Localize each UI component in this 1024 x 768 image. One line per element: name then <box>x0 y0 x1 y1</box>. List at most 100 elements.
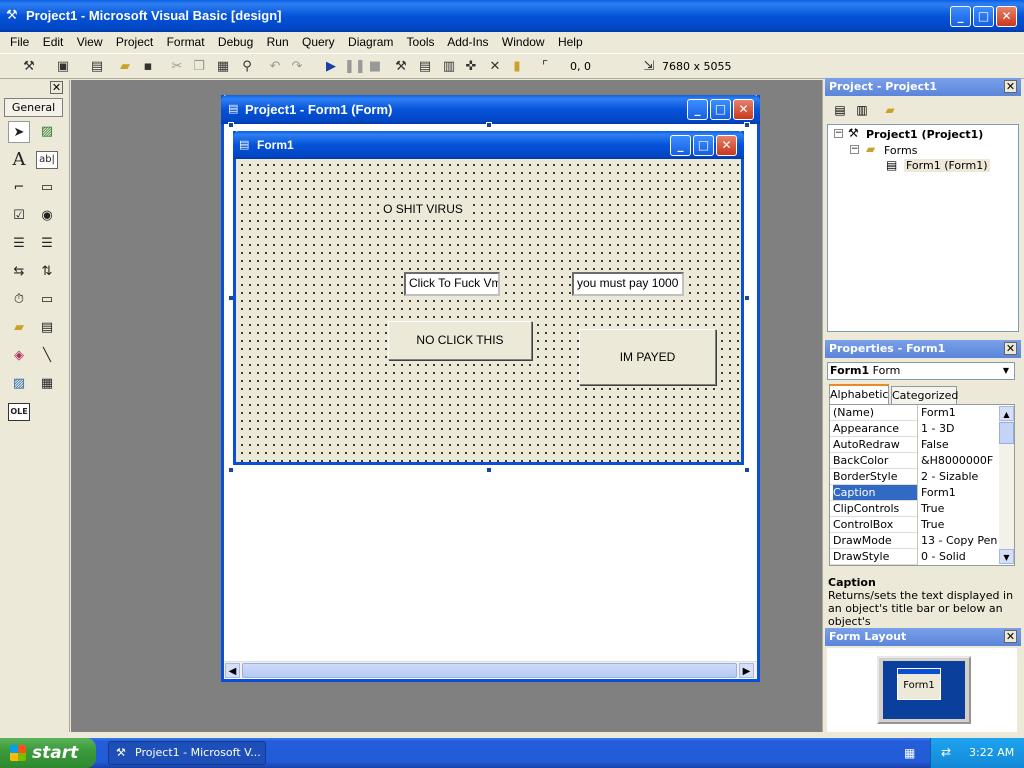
label-icon[interactable]: A <box>8 149 30 171</box>
menu-edit[interactable]: Edit <box>43 35 64 49</box>
menu-view[interactable]: View <box>77 35 103 49</box>
expander-icon[interactable]: − <box>850 145 859 154</box>
designer-hscrollbar[interactable]: ◀ ▶ <box>224 661 757 678</box>
combobox-icon[interactable]: ☰ <box>8 233 30 255</box>
add-form-icon[interactable]: ▣ <box>54 58 72 76</box>
start-icon[interactable]: ▶ <box>322 58 340 76</box>
form-preview[interactable]: Form1 <box>897 668 941 700</box>
menu-editor-icon[interactable]: ▤ <box>88 58 106 76</box>
find-icon[interactable]: ⚲ <box>238 58 256 76</box>
resize-handle[interactable] <box>228 467 234 473</box>
image-icon[interactable]: ▨ <box>8 373 30 395</box>
menu-file[interactable]: File <box>10 35 29 49</box>
hscrollbar-icon[interactable]: ⇆ <box>8 261 30 283</box>
save-project-icon[interactable]: ▪ <box>139 58 157 76</box>
expander-icon[interactable]: − <box>834 129 843 138</box>
resize-handle[interactable] <box>744 295 750 301</box>
resize-handle[interactable] <box>486 122 492 128</box>
taskbar-task-vb[interactable]: ⚒ Project1 - Microsoft V... <box>108 741 266 765</box>
optionbutton-icon[interactable]: ◉ <box>36 205 58 227</box>
property-scrollbar[interactable]: ▲ ▼ <box>999 406 1014 564</box>
frame-icon[interactable]: ⌐ <box>8 177 30 199</box>
listbox-icon[interactable]: ☰ <box>36 233 58 255</box>
resize-handle[interactable] <box>486 467 492 473</box>
scroll-up-icon[interactable]: ▲ <box>999 406 1014 421</box>
resize-handle[interactable] <box>744 467 750 473</box>
designer-minimize-button[interactable]: _ <box>687 99 708 120</box>
textbox-2[interactable]: you must pay 1000 pln <box>572 272 684 296</box>
menu-run[interactable]: Run <box>267 35 289 49</box>
maximize-button[interactable]: □ <box>973 6 994 27</box>
property-value[interactable]: 0 - Solid <box>917 549 999 565</box>
properties-close-icon[interactable]: ✕ <box>1004 342 1017 355</box>
scroll-right-icon[interactable]: ▶ <box>739 663 754 678</box>
menu-add-ins[interactable]: Add-Ins <box>447 35 488 49</box>
property-value[interactable]: Form1 <box>917 405 999 421</box>
end-icon[interactable]: ■ <box>366 58 384 76</box>
paste-icon[interactable]: ▦ <box>214 58 232 76</box>
shape-icon[interactable]: ◈ <box>8 345 30 367</box>
toolbox-tab-general[interactable]: General <box>4 98 63 117</box>
copy-icon[interactable]: ❐ <box>190 58 208 76</box>
clock[interactable]: 3:22 AM <box>969 746 1014 759</box>
checkbox-icon[interactable]: ☑ <box>8 205 30 227</box>
close-button[interactable]: ✕ <box>996 6 1017 27</box>
chevron-down-icon[interactable]: ▼ <box>999 364 1013 378</box>
property-value[interactable]: True <box>917 517 999 533</box>
no-click-this-button[interactable]: NO CLICK THIS <box>388 321 532 360</box>
data-view-icon[interactable]: ▮ <box>508 58 526 76</box>
ole-icon[interactable]: OLE <box>8 403 30 421</box>
properties-window-icon[interactable]: ▤ <box>416 58 434 76</box>
menu-debug[interactable]: Debug <box>218 35 253 49</box>
drivelistbox-icon[interactable]: ▭ <box>36 289 58 311</box>
property-row[interactable]: BorderStyle 2 - Sizable <box>830 469 999 485</box>
resize-handle[interactable] <box>228 122 234 128</box>
minimize-button[interactable]: _ <box>950 6 971 27</box>
property-row[interactable]: DrawMode 13 - Copy Pen <box>830 533 999 549</box>
form1-minimize-button[interactable]: _ <box>670 135 691 156</box>
property-row[interactable]: (Name) Form1 <box>830 405 999 421</box>
designer-maximize-button[interactable]: □ <box>710 99 731 120</box>
property-value[interactable]: 13 - Copy Pen <box>917 533 999 549</box>
object-browser-icon[interactable]: ✜ <box>462 58 480 76</box>
network-icon[interactable]: ⇄ <box>941 745 951 759</box>
property-value[interactable]: 1 - 3D <box>917 421 999 437</box>
picturebox-icon[interactable]: ▨ <box>36 121 58 143</box>
menu-project[interactable]: Project <box>116 35 153 49</box>
menu-diagram[interactable]: Diagram <box>348 35 393 49</box>
open-project-icon[interactable]: ▰ <box>116 58 134 76</box>
form-layout-icon[interactable]: ▥ <box>440 58 458 76</box>
textbox-1[interactable]: Click To Fuck Vm <box>404 272 500 296</box>
property-row[interactable]: Appearance 1 - 3D <box>830 421 999 437</box>
form1-node[interactable]: Form1 (Form1) <box>904 159 990 172</box>
commandbutton-icon[interactable]: ▭ <box>36 177 58 199</box>
project-node[interactable]: Project1 (Project1) <box>866 128 983 141</box>
vscrollbar-icon[interactable]: ⇅ <box>36 261 58 283</box>
property-row[interactable]: AutoRedraw False <box>830 437 999 453</box>
forms-folder-node[interactable]: Forms <box>884 144 917 157</box>
menu-format[interactable]: Format <box>167 35 205 49</box>
resize-handle[interactable] <box>744 122 750 128</box>
timer-icon[interactable]: ⏱ <box>8 289 30 311</box>
view-code-icon[interactable]: ▤ <box>831 101 849 119</box>
pointer-icon[interactable]: ➤ <box>8 121 30 143</box>
designer-close-button[interactable]: ✕ <box>733 99 754 120</box>
keyboard-icon[interactable]: ▦ <box>904 746 915 760</box>
cut-icon[interactable]: ✂ <box>168 58 186 76</box>
tab-categorized[interactable]: Categorized <box>891 386 958 404</box>
menu-tools[interactable]: Tools <box>407 35 435 49</box>
start-button[interactable]: start <box>0 738 96 768</box>
toggle-folders-icon[interactable]: ▰ <box>881 101 899 119</box>
property-row[interactable]: ClipControls True <box>830 501 999 517</box>
form-label[interactable]: O SHIT VIRUS <box>379 199 467 219</box>
data-icon[interactable]: ▦ <box>36 373 58 395</box>
form1[interactable]: ▤ Form1 _ □ ✕ O SHIT VIRUS Click To Fuck… <box>233 131 744 465</box>
scroll-thumb[interactable] <box>999 422 1014 444</box>
property-row[interactable]: BackColor &H8000000F <box>830 453 999 469</box>
form1-maximize-button[interactable]: □ <box>693 135 714 156</box>
line-icon[interactable]: ╲ <box>36 345 58 367</box>
break-icon[interactable]: ❚❚ <box>344 58 366 76</box>
form-layout-close-icon[interactable]: ✕ <box>1004 630 1017 643</box>
toolbox-close-icon[interactable]: ✕ <box>50 81 63 94</box>
add-project-icon[interactable]: ⚒ <box>20 58 38 76</box>
